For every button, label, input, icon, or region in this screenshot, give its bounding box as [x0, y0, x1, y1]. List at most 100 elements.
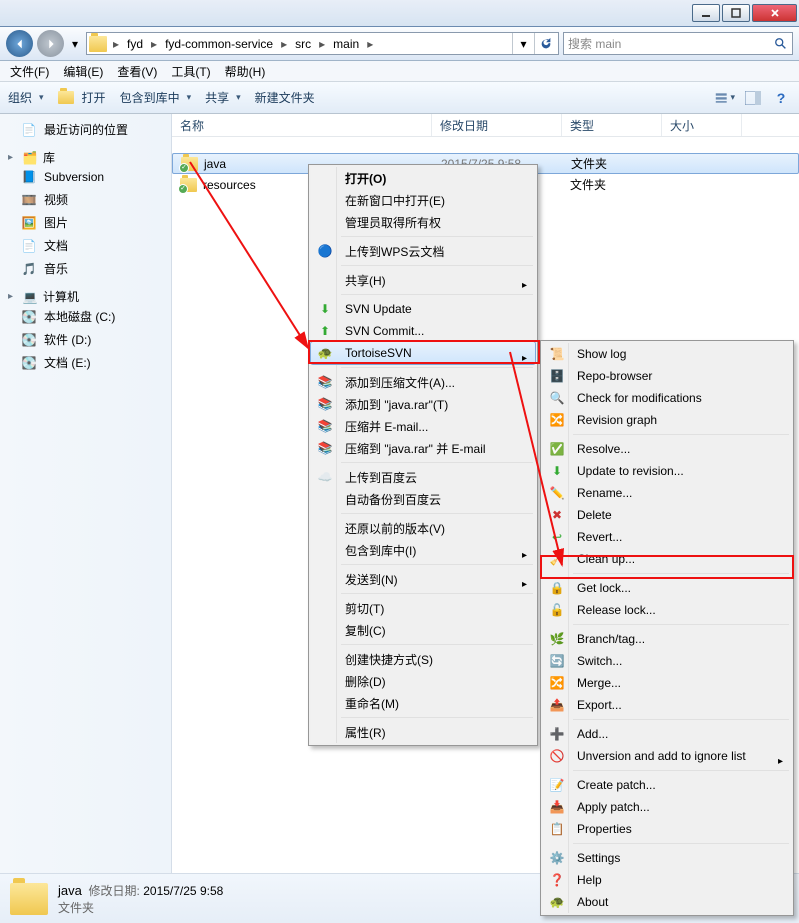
- mi-sendto[interactable]: 发送到(N): [311, 568, 535, 590]
- crumb[interactable]: fyd: [121, 37, 149, 51]
- mi-unversion[interactable]: 🚫Unversion and add to ignore list: [543, 745, 791, 767]
- mi-repo[interactable]: 🗄️Repo-browser: [543, 365, 791, 387]
- help-icon[interactable]: ?: [771, 88, 791, 108]
- mi-switch[interactable]: 🔄Switch...: [543, 650, 791, 672]
- context-menu-main: 打开(O) 在新窗口中打开(E) 管理员取得所有权 🔵上传到WPS云文档 共享(…: [308, 164, 538, 746]
- history-drop[interactable]: ▾: [68, 37, 82, 51]
- update-icon: ⬇: [549, 463, 565, 479]
- menu-edit[interactable]: 编辑(E): [57, 61, 109, 82]
- forward-button[interactable]: [37, 30, 64, 57]
- sidebar-item-d[interactable]: 💽软件 (D:): [0, 328, 171, 351]
- mi-svn-commit[interactable]: ⬆SVN Commit...: [311, 320, 535, 342]
- mi-cleanup[interactable]: 🧹Clean up...: [543, 548, 791, 570]
- mi-copy[interactable]: 复制(C): [311, 619, 535, 641]
- preview-pane[interactable]: [743, 88, 763, 108]
- address-bar[interactable]: ▸ fyd▸ fyd-common-service▸ src▸ main▸ ▾: [86, 32, 559, 55]
- mi-merge[interactable]: 🔀Merge...: [543, 672, 791, 694]
- sidebar-head-libs[interactable]: ▸🗂️库: [0, 149, 171, 166]
- mi-wps[interactable]: 🔵上传到WPS云文档: [311, 240, 535, 262]
- mi-checkmod[interactable]: 🔍Check for modifications: [543, 387, 791, 409]
- mi-showlog[interactable]: 📜Show log: [543, 343, 791, 365]
- tb-open[interactable]: 打开: [58, 89, 106, 106]
- tb-share[interactable]: 共享: [205, 89, 241, 106]
- mi-props[interactable]: 属性(R): [311, 721, 535, 743]
- menu-tools[interactable]: 工具(T): [165, 61, 216, 82]
- tb-organize[interactable]: 组织: [8, 89, 44, 106]
- menu-help[interactable]: 帮助(H): [219, 61, 272, 82]
- tb-include[interactable]: 包含到库中: [120, 89, 192, 106]
- mi-release[interactable]: 🔓Release lock...: [543, 599, 791, 621]
- mi-rename[interactable]: ✏️Rename...: [543, 482, 791, 504]
- merge-icon: 🔀: [549, 675, 565, 691]
- sidebar-head-computer[interactable]: ▸💻计算机: [0, 288, 171, 305]
- mi-update-rev[interactable]: ⬇Update to revision...: [543, 460, 791, 482]
- mi-properties[interactable]: 📋Properties: [543, 818, 791, 840]
- mi-add-rar[interactable]: 📚添加到 "java.rar"(T): [311, 393, 535, 415]
- mi-about[interactable]: 🐢About: [543, 891, 791, 913]
- menu-file[interactable]: 文件(F): [4, 61, 55, 82]
- mi-applypatch[interactable]: 📥Apply patch...: [543, 796, 791, 818]
- mi-help[interactable]: ❓Help: [543, 869, 791, 891]
- col-modified[interactable]: 修改日期: [432, 114, 562, 136]
- mi-cut[interactable]: 剪切(T): [311, 597, 535, 619]
- export-icon: 📤: [549, 697, 565, 713]
- col-type[interactable]: 类型: [562, 114, 662, 136]
- mi-open-new[interactable]: 在新窗口中打开(E): [311, 189, 535, 211]
- sidebar-item-recent[interactable]: 📄最近访问的位置: [0, 118, 171, 141]
- view-options[interactable]: [715, 88, 735, 108]
- close-button[interactable]: [752, 4, 797, 22]
- switch-icon: 🔄: [549, 653, 565, 669]
- mi-delete[interactable]: 删除(D): [311, 670, 535, 692]
- sidebar-item-svn[interactable]: 📘Subversion: [0, 166, 171, 188]
- mi-rar-email[interactable]: 📚压缩到 "java.rar" 并 E-mail: [311, 437, 535, 459]
- ignore-icon: 🚫: [549, 748, 565, 764]
- mi-shortcut[interactable]: 创建快捷方式(S): [311, 648, 535, 670]
- mi-baidu-upload[interactable]: ☁️上传到百度云: [311, 466, 535, 488]
- toolbar: 组织 打开 包含到库中 共享 新建文件夹 ?: [0, 82, 799, 114]
- mi-tortoise[interactable]: 🐢TortoiseSVN: [311, 342, 535, 364]
- menu-view[interactable]: 查看(V): [111, 61, 163, 82]
- mi-delete[interactable]: ✖Delete: [543, 504, 791, 526]
- mi-resolve[interactable]: ✅Resolve...: [543, 438, 791, 460]
- mi-restore[interactable]: 还原以前的版本(V): [311, 517, 535, 539]
- mi-settings[interactable]: ⚙️Settings: [543, 847, 791, 869]
- crumb[interactable]: fyd-common-service: [159, 37, 279, 51]
- library-icon: 🗂️: [21, 150, 39, 166]
- col-size[interactable]: 大小: [662, 114, 742, 136]
- back-button[interactable]: [6, 30, 33, 57]
- mi-revgraph[interactable]: 🔀Revision graph: [543, 409, 791, 431]
- crumb[interactable]: main: [327, 37, 365, 51]
- mi-createpatch[interactable]: 📝Create patch...: [543, 774, 791, 796]
- mi-rename[interactable]: 重命名(M): [311, 692, 535, 714]
- addr-drop[interactable]: ▾: [512, 33, 534, 54]
- sidebar-item-video[interactable]: 🎞️视频: [0, 188, 171, 211]
- add-icon: ➕: [549, 726, 565, 742]
- sidebar-item-docs[interactable]: 📄文档: [0, 234, 171, 257]
- mi-branch[interactable]: 🌿Branch/tag...: [543, 628, 791, 650]
- mi-add-archive[interactable]: 📚添加到压缩文件(A)...: [311, 371, 535, 393]
- mi-open[interactable]: 打开(O): [311, 167, 535, 189]
- refresh-button[interactable]: [534, 33, 556, 54]
- maximize-button[interactable]: [722, 4, 750, 22]
- mi-baidu-backup[interactable]: 自动备份到百度云: [311, 488, 535, 510]
- branch-icon: 🌿: [549, 631, 565, 647]
- mi-add[interactable]: ➕Add...: [543, 723, 791, 745]
- mi-admin[interactable]: 管理员取得所有权: [311, 211, 535, 233]
- search-input[interactable]: 搜索 main: [563, 32, 793, 55]
- minimize-button[interactable]: [692, 4, 720, 22]
- mi-export[interactable]: 📤Export...: [543, 694, 791, 716]
- mi-include-lib[interactable]: 包含到库中(I): [311, 539, 535, 561]
- mi-revert[interactable]: ↩Revert...: [543, 526, 791, 548]
- mi-email[interactable]: 📚压缩并 E-mail...: [311, 415, 535, 437]
- details-type: 文件夹: [58, 899, 223, 916]
- sidebar-item-pics[interactable]: 🖼️图片: [0, 211, 171, 234]
- sidebar-item-c[interactable]: 💽本地磁盘 (C:): [0, 305, 171, 328]
- crumb[interactable]: src: [289, 37, 317, 51]
- sidebar-item-music[interactable]: 🎵音乐: [0, 257, 171, 280]
- mi-getlock[interactable]: 🔒Get lock...: [543, 577, 791, 599]
- sidebar-item-e[interactable]: 💽文档 (E:): [0, 351, 171, 374]
- col-name[interactable]: 名称: [172, 114, 432, 136]
- mi-svn-update[interactable]: ⬇SVN Update: [311, 298, 535, 320]
- mi-share[interactable]: 共享(H): [311, 269, 535, 291]
- tb-newfolder[interactable]: 新建文件夹: [255, 89, 315, 106]
